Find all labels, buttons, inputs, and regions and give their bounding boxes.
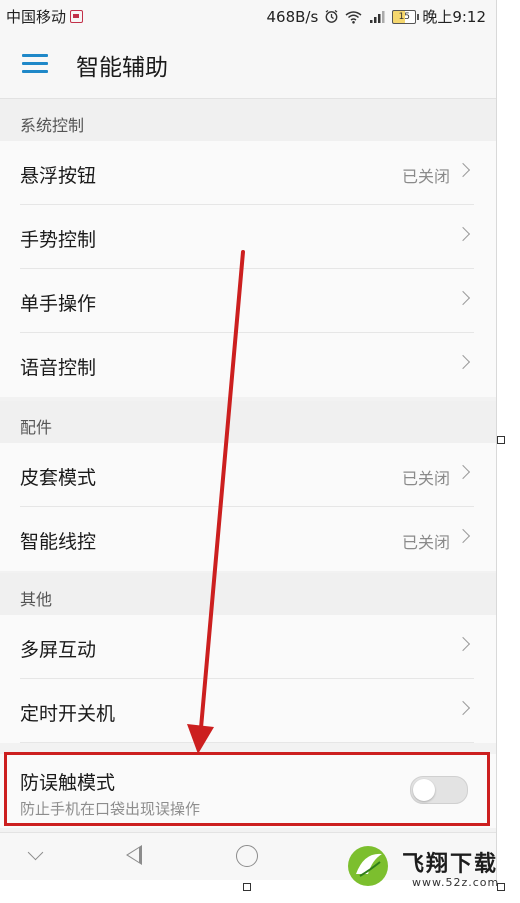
chevron-right-icon <box>455 636 471 652</box>
row-label: 防误触模式 <box>20 772 116 794</box>
section-header-system-control: 系统控制 <box>0 99 496 141</box>
frame-handle <box>497 436 505 444</box>
row-label: 智能线控 <box>20 531 97 553</box>
chevron-right-icon <box>455 528 471 544</box>
settings-row-smart-wire-control[interactable]: 智能线控 已关闭 <box>0 507 496 571</box>
signal-icon <box>370 10 385 23</box>
phone-screen: 中国移动 468B/s 15 晚上9:12 智能辅助 系统控制 悬浮按钮 已关闭… <box>0 0 497 880</box>
row-status-value: 已关闭 <box>401 469 450 488</box>
settings-row-multi-screen[interactable]: 多屏互动 <box>0 615 496 679</box>
toggle-knob <box>413 779 435 801</box>
wifi-icon <box>345 10 362 24</box>
chevron-right-icon <box>455 464 471 480</box>
chevron-right-icon <box>455 700 471 716</box>
alarm-icon <box>325 9 338 23</box>
chevron-right-icon <box>455 290 471 306</box>
section-header-accessories: 配件 <box>0 401 496 443</box>
row-label: 多屏互动 <box>20 639 97 661</box>
row-label: 单手操作 <box>20 293 97 315</box>
watermark: 飞翔下载 www.52z.com <box>346 842 516 898</box>
settings-row-floating-button[interactable]: 悬浮按钮 已关闭 <box>0 141 496 205</box>
watermark-url: www.52z.com <box>412 876 500 889</box>
section-title: 系统控制 <box>20 116 85 135</box>
battery-icon: 15 <box>392 9 420 24</box>
chevron-right-icon <box>455 226 471 242</box>
page-title: 智能辅助 <box>76 55 168 81</box>
row-status-value: 已关闭 <box>401 533 450 552</box>
frame-handle <box>243 883 251 891</box>
hamburger-menu-icon[interactable] <box>22 52 48 74</box>
row-description: 防止手机在口袋出现误操作 <box>20 800 201 818</box>
home-circle-icon[interactable] <box>236 845 258 867</box>
row-label: 悬浮按钮 <box>20 165 97 187</box>
row-status-value: 已关闭 <box>401 167 450 186</box>
section-title: 其他 <box>20 590 53 609</box>
watermark-title: 飞翔下载 <box>402 852 499 877</box>
settings-row-one-hand-mode[interactable]: 单手操作 <box>0 269 496 333</box>
network-speed: 468B/s <box>266 7 319 26</box>
settings-row-pocket-mode[interactable]: 防误触模式 防止手机在口袋出现误操作 <box>0 754 496 828</box>
status-bar: 中国移动 468B/s 15 晚上9:12 <box>0 0 496 30</box>
app-header: 智能辅助 <box>0 30 496 99</box>
section-header-other: 其他 <box>0 573 496 615</box>
chevron-down-icon[interactable] <box>27 844 44 861</box>
settings-row-gesture-control[interactable]: 手势控制 <box>0 205 496 269</box>
chevron-right-icon <box>455 162 471 178</box>
row-label: 语音控制 <box>20 357 97 379</box>
chevron-right-icon <box>455 354 471 370</box>
row-label: 手势控制 <box>20 229 97 251</box>
row-divider <box>20 742 474 743</box>
section-title: 配件 <box>20 418 53 437</box>
row-label: 定时开关机 <box>20 703 116 725</box>
pocket-mode-toggle[interactable] <box>410 776 468 804</box>
row-label: 皮套模式 <box>20 467 97 489</box>
settings-row-voice-control[interactable]: 语音控制 <box>0 333 496 397</box>
clock-time: 晚上9:12 <box>422 8 486 26</box>
settings-row-cover-mode[interactable]: 皮套模式 已关闭 <box>0 443 496 507</box>
notification-icon <box>70 10 84 23</box>
carrier-label: 中国移动 <box>6 8 67 26</box>
watermark-logo-icon <box>348 846 388 886</box>
back-triangle-icon[interactable] <box>126 845 142 865</box>
settings-row-scheduled-power[interactable]: 定时开关机 <box>0 679 496 743</box>
